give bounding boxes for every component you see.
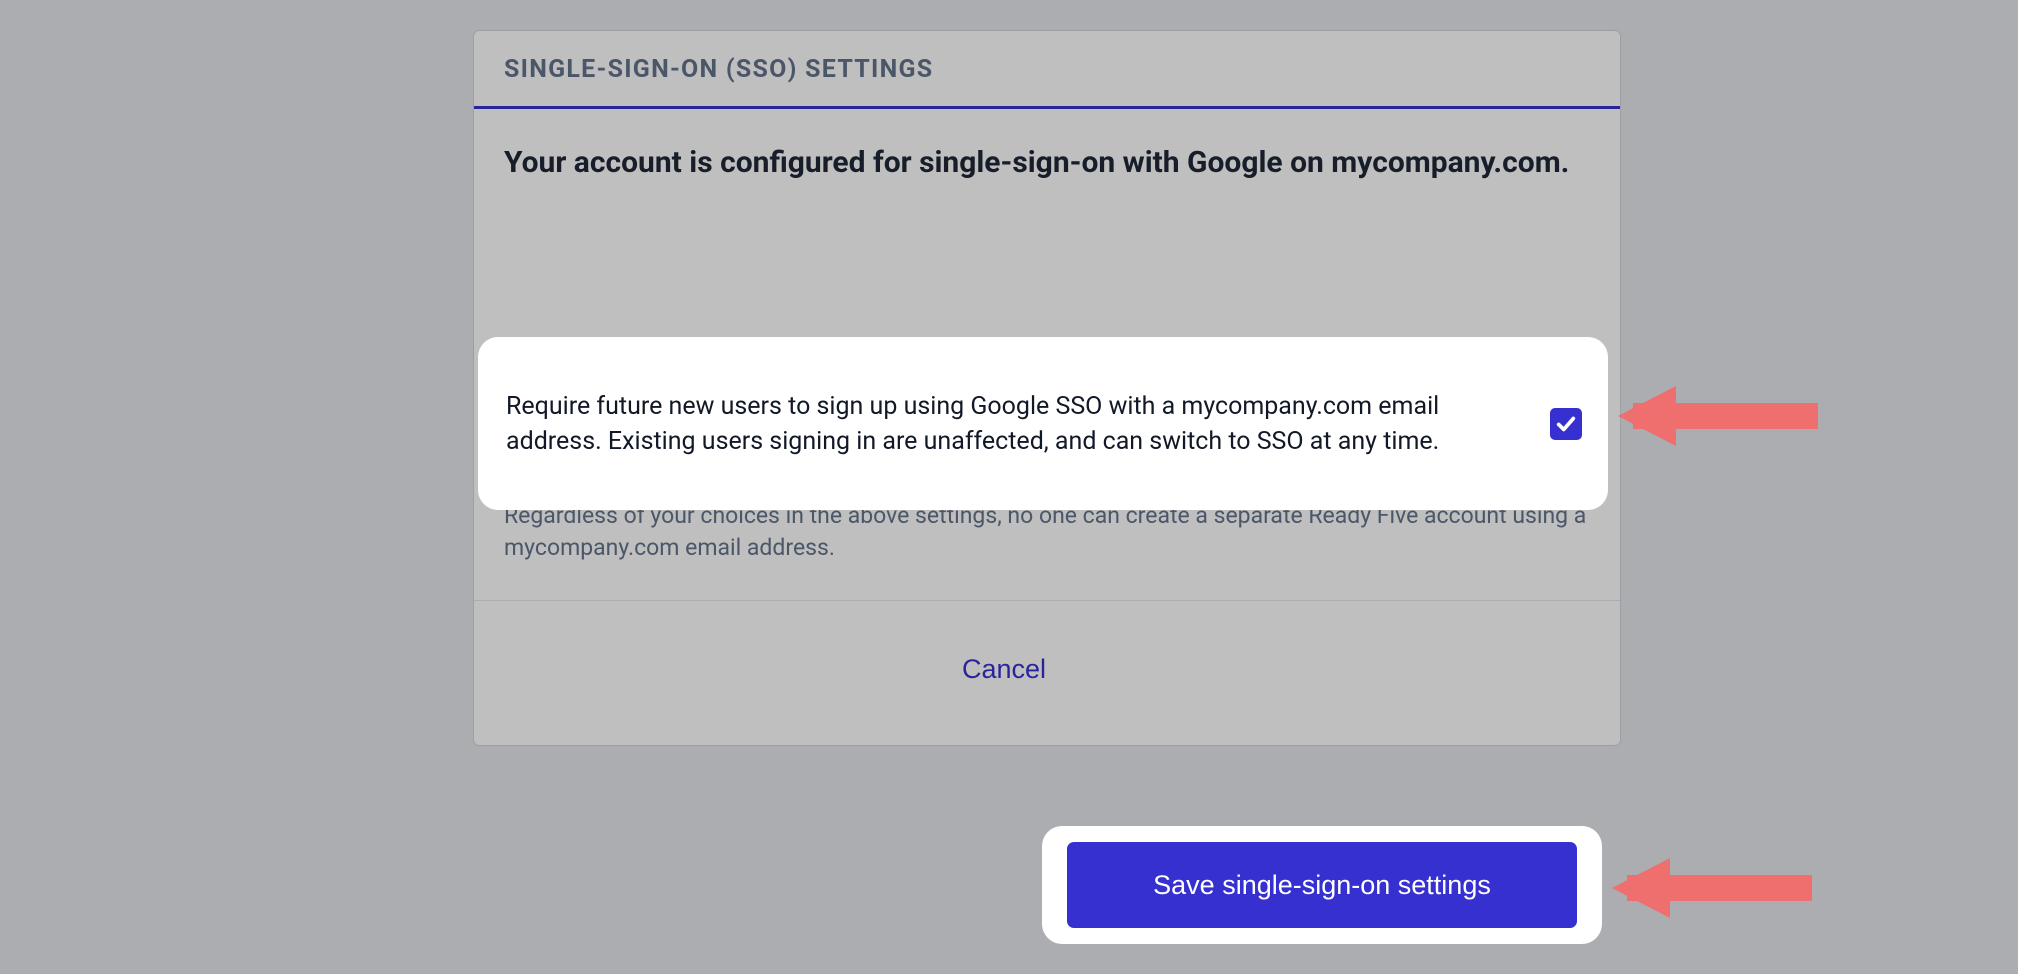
arrow-to-checkbox-annotation [1618,373,1838,459]
option-require-sso-label: Require future new users to sign up usin… [506,389,1510,459]
panel-title: SINGLE-SIGN-ON (SSO) SETTINGS [504,55,1590,84]
option-require-sso-checkbox[interactable] [1550,408,1582,440]
save-button[interactable]: Save single-sign-on settings [1067,842,1577,928]
panel-header: SINGLE-SIGN-ON (SSO) SETTINGS [474,31,1620,109]
panel-footer: Cancel [474,600,1620,745]
cancel-button[interactable]: Cancel [958,644,1050,695]
save-button-highlight: Save single-sign-on settings [1042,826,1602,944]
check-icon [1555,413,1577,435]
sso-intro-text: Your account is configured for single-si… [504,143,1590,184]
arrow-to-save-annotation [1612,845,1832,931]
option-require-sso-row: Require future new users to sign up usin… [478,337,1608,510]
